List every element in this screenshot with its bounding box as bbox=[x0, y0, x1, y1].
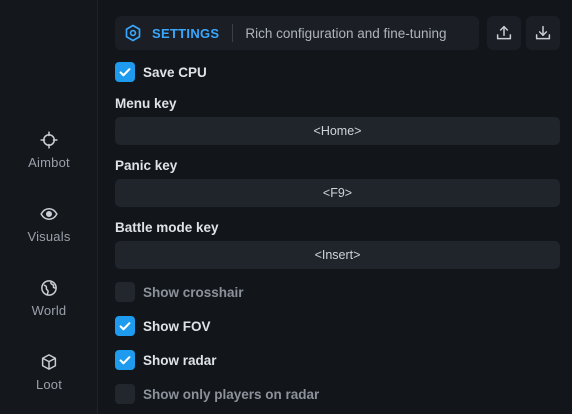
gear-icon bbox=[125, 24, 141, 42]
menu-key-field[interactable]: <Home> bbox=[115, 117, 560, 145]
checkbox[interactable] bbox=[115, 62, 135, 82]
checkbox[interactable] bbox=[115, 316, 135, 336]
sidebar-item-visuals[interactable]: Visuals bbox=[0, 203, 98, 259]
menu-key-label: Menu key bbox=[115, 96, 177, 111]
sidebar-item-aimbot[interactable]: Aimbot bbox=[0, 129, 98, 185]
save-cpu-checkbox[interactable]: Save CPU bbox=[115, 62, 207, 82]
crosshair-icon bbox=[40, 131, 58, 149]
checkmark-icon bbox=[119, 356, 131, 365]
checkbox[interactable] bbox=[115, 350, 135, 370]
page-subtitle: Rich configuration and fine-tuning bbox=[245, 25, 447, 41]
settings-header: SETTINGS Rich configuration and fine-tun… bbox=[115, 16, 479, 50]
sidebar-item-label: World bbox=[31, 303, 67, 318]
show-fov-checkbox[interactable]: Show FOV bbox=[115, 316, 211, 336]
checkbox-label: Save CPU bbox=[143, 64, 207, 80]
sidebar-item-label: Visuals bbox=[27, 229, 71, 244]
sidebar: Aimbot Visuals World Loot bbox=[0, 0, 98, 414]
eye-icon bbox=[40, 208, 58, 220]
box-icon bbox=[41, 354, 57, 370]
show-radar-checkbox[interactable]: Show radar bbox=[115, 350, 217, 370]
show-only-players-on-radar-checkbox[interactable]: Show only players on radar bbox=[115, 384, 319, 404]
checkmark-icon bbox=[119, 322, 131, 331]
export-button[interactable] bbox=[487, 16, 521, 50]
battle-mode-key-label: Battle mode key bbox=[115, 220, 219, 235]
checkbox-label: Show crosshair bbox=[143, 284, 244, 300]
sidebar-item-loot[interactable]: Loot bbox=[0, 351, 98, 407]
checkmark-icon bbox=[119, 68, 131, 77]
upload-icon bbox=[496, 25, 512, 40]
sidebar-item-label: Loot bbox=[35, 377, 63, 392]
show-crosshair-checkbox[interactable]: Show crosshair bbox=[115, 282, 244, 302]
header-divider bbox=[232, 24, 234, 42]
checkbox[interactable] bbox=[115, 282, 135, 302]
globe-icon bbox=[41, 280, 57, 296]
import-button[interactable] bbox=[526, 16, 560, 50]
panic-key-label: Panic key bbox=[115, 158, 178, 173]
settings-panel: SETTINGS Rich configuration and fine-tun… bbox=[99, 0, 572, 414]
checkbox-label: Show radar bbox=[143, 352, 217, 368]
sidebar-item-label: Aimbot bbox=[28, 155, 70, 170]
battle-mode-key-field[interactable]: <Insert> bbox=[115, 241, 560, 269]
checkbox-label: Show FOV bbox=[143, 318, 211, 334]
sidebar-item-world[interactable]: World bbox=[0, 277, 98, 333]
checkbox[interactable] bbox=[115, 384, 135, 404]
download-icon bbox=[535, 25, 551, 40]
checkbox-label: Show only players on radar bbox=[143, 386, 320, 402]
panic-key-field[interactable]: <F9> bbox=[115, 179, 560, 207]
page-title: SETTINGS bbox=[152, 25, 220, 41]
